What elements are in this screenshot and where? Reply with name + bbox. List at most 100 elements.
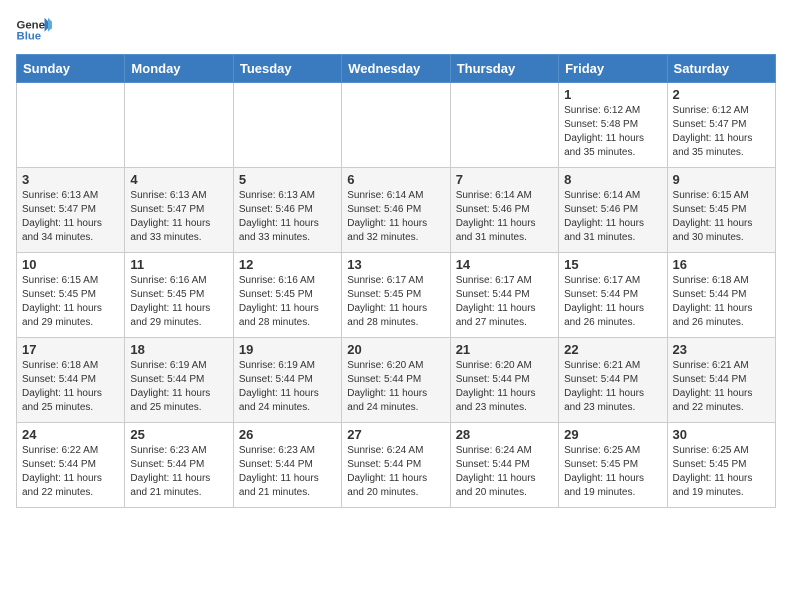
week-row-2: 3 Sunrise: 6:13 AM Sunset: 5:47 PM Daylig… xyxy=(17,168,776,253)
calendar-cell: 9 Sunrise: 6:15 AM Sunset: 5:45 PM Daylig… xyxy=(667,168,775,253)
day-number: 29 xyxy=(564,427,661,442)
day-header-wednesday: Wednesday xyxy=(342,55,450,83)
day-header-thursday: Thursday xyxy=(450,55,558,83)
calendar-cell: 27 Sunrise: 6:24 AM Sunset: 5:44 PM Dayli… xyxy=(342,423,450,508)
week-row-5: 24 Sunrise: 6:22 AM Sunset: 5:44 PM Dayli… xyxy=(17,423,776,508)
day-number: 19 xyxy=(239,342,336,357)
calendar-cell: 14Sunrise: 6:17 AM Sunset: 5:44 PM Dayli… xyxy=(450,253,558,338)
day-info: Sunrise: 6:19 AM Sunset: 5:44 PM Dayligh… xyxy=(239,359,336,415)
day-number: 1 xyxy=(564,87,661,102)
day-info: Sunrise: 6:14 AM Sunset: 5:46 PM Dayligh… xyxy=(347,189,444,245)
day-info: Sunrise: 6:18 AM Sunset: 5:44 PM Dayligh… xyxy=(22,359,119,415)
calendar-cell: 28 Sunrise: 6:24 AM Sunset: 5:44 PM Dayli… xyxy=(450,423,558,508)
calendar-cell: 3 Sunrise: 6:13 AM Sunset: 5:47 PM Daylig… xyxy=(17,168,125,253)
day-number: 4 xyxy=(130,172,227,187)
calendar-cell: 23 Sunrise: 6:21 AM Sunset: 5:44 PM Dayli… xyxy=(667,338,775,423)
calendar-body: 1 Sunrise: 6:12 AM Sunset: 5:48 PM Daylig… xyxy=(17,83,776,508)
day-header-sunday: Sunday xyxy=(17,55,125,83)
header: General Blue xyxy=(16,16,776,44)
day-number: 28 xyxy=(456,427,553,442)
day-number: 30 xyxy=(673,427,770,442)
calendar-cell xyxy=(233,83,341,168)
day-number: 26 xyxy=(239,427,336,442)
day-number: 6 xyxy=(347,172,444,187)
calendar-cell: 12 Sunrise: 6:16 AM Sunset: 5:45 PM Dayli… xyxy=(233,253,341,338)
day-number: 17 xyxy=(22,342,119,357)
day-number: 23 xyxy=(673,342,770,357)
day-info: Sunrise: 6:23 AM Sunset: 5:44 PM Dayligh… xyxy=(239,444,336,500)
svg-text:Blue: Blue xyxy=(17,31,42,43)
day-number: 13 xyxy=(347,257,444,272)
day-header-monday: Monday xyxy=(125,55,233,83)
day-info: Sunrise: 6:14 AM Sunset: 5:46 PM Dayligh… xyxy=(456,189,553,245)
calendar-cell xyxy=(17,83,125,168)
day-info: Sunrise: 6:13 AM Sunset: 5:47 PM Dayligh… xyxy=(22,189,119,245)
day-number: 11 xyxy=(130,257,227,272)
week-row-3: 10 Sunrise: 6:15 AM Sunset: 5:45 PM Dayli… xyxy=(17,253,776,338)
day-info: Sunrise: 6:20 AM Sunset: 5:44 PM Dayligh… xyxy=(456,359,553,415)
day-info: Sunrise: 6:12 AM Sunset: 5:47 PM Dayligh… xyxy=(673,104,770,160)
day-number: 24 xyxy=(22,427,119,442)
day-info: Sunrise: 6:13 AM Sunset: 5:46 PM Dayligh… xyxy=(239,189,336,245)
calendar-cell: 10 Sunrise: 6:15 AM Sunset: 5:45 PM Dayli… xyxy=(17,253,125,338)
day-number: 9 xyxy=(673,172,770,187)
day-info: Sunrise: 6:15 AM Sunset: 5:45 PM Dayligh… xyxy=(673,189,770,245)
calendar-cell: 25 Sunrise: 6:23 AM Sunset: 5:44 PM Dayli… xyxy=(125,423,233,508)
week-row-4: 17 Sunrise: 6:18 AM Sunset: 5:44 PM Dayli… xyxy=(17,338,776,423)
calendar-cell: 16Sunrise: 6:18 AM Sunset: 5:44 PM Dayli… xyxy=(667,253,775,338)
day-info: Sunrise: 6:17 AM Sunset: 5:45 PM Dayligh… xyxy=(347,274,444,330)
day-number: 20 xyxy=(347,342,444,357)
calendar-cell: 13 Sunrise: 6:17 AM Sunset: 5:45 PM Dayli… xyxy=(342,253,450,338)
calendar-cell: 6 Sunrise: 6:14 AM Sunset: 5:46 PM Daylig… xyxy=(342,168,450,253)
day-number: 2 xyxy=(673,87,770,102)
day-info: Sunrise: 6:22 AM Sunset: 5:44 PM Dayligh… xyxy=(22,444,119,500)
day-info: Sunrise: 6:21 AM Sunset: 5:44 PM Dayligh… xyxy=(673,359,770,415)
logo-icon: General Blue xyxy=(16,16,52,44)
day-number: 7 xyxy=(456,172,553,187)
calendar-cell: 24 Sunrise: 6:22 AM Sunset: 5:44 PM Dayli… xyxy=(17,423,125,508)
day-info: Sunrise: 6:24 AM Sunset: 5:44 PM Dayligh… xyxy=(456,444,553,500)
calendar-cell: 5Sunrise: 6:13 AM Sunset: 5:46 PM Daylig… xyxy=(233,168,341,253)
day-number: 25 xyxy=(130,427,227,442)
calendar-cell: 19 Sunrise: 6:19 AM Sunset: 5:44 PM Dayli… xyxy=(233,338,341,423)
day-info: Sunrise: 6:12 AM Sunset: 5:48 PM Dayligh… xyxy=(564,104,661,160)
calendar-cell: 30 Sunrise: 6:25 AM Sunset: 5:45 PM Dayli… xyxy=(667,423,775,508)
calendar-cell: 18 Sunrise: 6:19 AM Sunset: 5:44 PM Dayli… xyxy=(125,338,233,423)
calendar-table: SundayMondayTuesdayWednesdayThursdayFrid… xyxy=(16,54,776,508)
calendar-cell: 20Sunrise: 6:20 AM Sunset: 5:44 PM Dayli… xyxy=(342,338,450,423)
day-info: Sunrise: 6:25 AM Sunset: 5:45 PM Dayligh… xyxy=(673,444,770,500)
day-info: Sunrise: 6:23 AM Sunset: 5:44 PM Dayligh… xyxy=(130,444,227,500)
day-info: Sunrise: 6:15 AM Sunset: 5:45 PM Dayligh… xyxy=(22,274,119,330)
day-info: Sunrise: 6:16 AM Sunset: 5:45 PM Dayligh… xyxy=(130,274,227,330)
calendar-cell xyxy=(450,83,558,168)
day-info: Sunrise: 6:24 AM Sunset: 5:44 PM Dayligh… xyxy=(347,444,444,500)
day-number: 12 xyxy=(239,257,336,272)
calendar-cell: 17 Sunrise: 6:18 AM Sunset: 5:44 PM Dayli… xyxy=(17,338,125,423)
calendar-cell: 22 Sunrise: 6:21 AM Sunset: 5:44 PM Dayli… xyxy=(559,338,667,423)
day-number: 10 xyxy=(22,257,119,272)
week-row-1: 1 Sunrise: 6:12 AM Sunset: 5:48 PM Daylig… xyxy=(17,83,776,168)
calendar-cell xyxy=(342,83,450,168)
calendar-cell: 2 Sunrise: 6:12 AM Sunset: 5:47 PM Daylig… xyxy=(667,83,775,168)
calendar-cell: 8Sunrise: 6:14 AM Sunset: 5:46 PM Daylig… xyxy=(559,168,667,253)
calendar-cell: 29Sunrise: 6:25 AM Sunset: 5:45 PM Dayli… xyxy=(559,423,667,508)
day-info: Sunrise: 6:17 AM Sunset: 5:44 PM Dayligh… xyxy=(564,274,661,330)
day-info: Sunrise: 6:21 AM Sunset: 5:44 PM Dayligh… xyxy=(564,359,661,415)
day-number: 27 xyxy=(347,427,444,442)
calendar-cell: 11 Sunrise: 6:16 AM Sunset: 5:45 PM Dayli… xyxy=(125,253,233,338)
calendar-cell: 26 Sunrise: 6:23 AM Sunset: 5:44 PM Dayli… xyxy=(233,423,341,508)
day-info: Sunrise: 6:14 AM Sunset: 5:46 PM Dayligh… xyxy=(564,189,661,245)
day-header-saturday: Saturday xyxy=(667,55,775,83)
calendar-cell xyxy=(125,83,233,168)
calendar-cell: 1 Sunrise: 6:12 AM Sunset: 5:48 PM Daylig… xyxy=(559,83,667,168)
day-number: 22 xyxy=(564,342,661,357)
logo: General Blue xyxy=(16,16,52,44)
day-number: 16 xyxy=(673,257,770,272)
calendar-cell: 21Sunrise: 6:20 AM Sunset: 5:44 PM Dayli… xyxy=(450,338,558,423)
calendar-header-row: SundayMondayTuesdayWednesdayThursdayFrid… xyxy=(17,55,776,83)
day-number: 15 xyxy=(564,257,661,272)
day-info: Sunrise: 6:19 AM Sunset: 5:44 PM Dayligh… xyxy=(130,359,227,415)
day-number: 3 xyxy=(22,172,119,187)
day-info: Sunrise: 6:16 AM Sunset: 5:45 PM Dayligh… xyxy=(239,274,336,330)
day-number: 18 xyxy=(130,342,227,357)
